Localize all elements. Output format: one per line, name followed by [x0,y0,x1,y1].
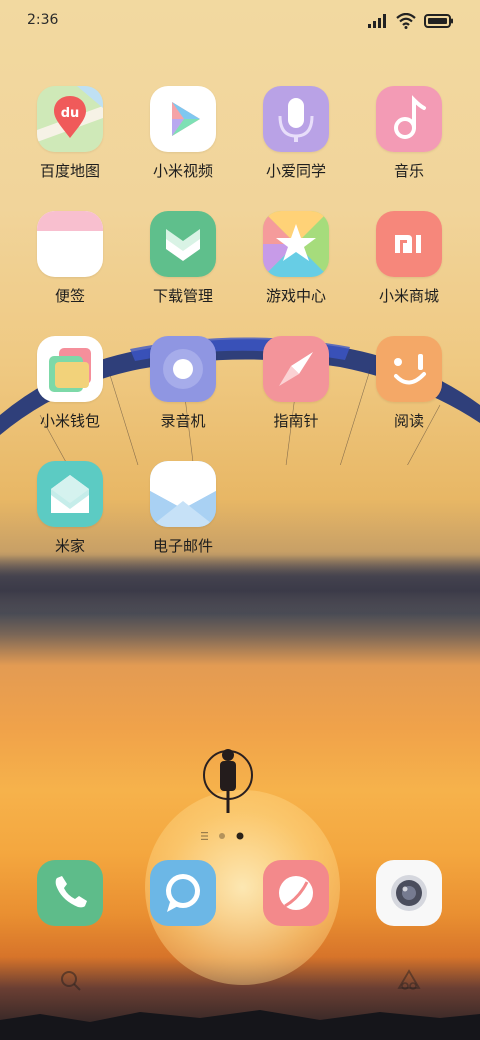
app-label: 小爱同学 [265,162,326,180]
app-game-center[interactable]: 游戏中心 [241,211,351,321]
battery-icon [424,14,453,28]
app-compass[interactable]: 指南针 [241,336,351,446]
app-notes[interactable]: 便签 [15,211,125,321]
page-dot-active[interactable] [236,832,244,840]
app-reader[interactable]: 阅读 [354,336,464,446]
messages-icon[interactable] [150,860,216,926]
app-mi-store[interactable]: 小米商城 [354,211,464,321]
baidu-map-icon[interactable]: du [37,86,103,152]
compass-icon[interactable] [263,336,329,402]
page-indicator[interactable] [196,830,256,842]
search-icon[interactable] [58,968,84,994]
shortcut-icon[interactable] [396,968,422,994]
wallpaper-mountains [0,1010,480,1040]
page-dot[interactable] [219,833,225,839]
app-label: 录音机 [160,412,206,430]
status-time: 2:36 [27,12,59,28]
baidu-map-logo-text: du [61,106,80,121]
app-mi-wallet[interactable]: 小米钱包 [15,336,125,446]
app-label: 游戏中心 [265,287,326,305]
reader-icon[interactable] [376,336,442,402]
mi-video-icon[interactable] [150,86,216,152]
app-xiaoai[interactable]: 小爱同学 [241,86,351,196]
status-icons [368,11,454,31]
app-music[interactable]: 音乐 [354,86,464,196]
app-label: 音乐 [393,162,424,180]
app-label: 百度地图 [39,162,100,180]
app-label: 小米视频 [152,162,213,180]
camera-icon[interactable] [376,860,442,926]
notes-icon[interactable] [37,211,103,277]
email-icon[interactable] [150,461,216,527]
app-label: 米家 [54,537,85,555]
app-label: 小米钱包 [39,412,100,430]
app-label: 便签 [54,287,85,305]
mijia-icon[interactable] [37,461,103,527]
signal-icon [368,14,386,28]
recorder-icon[interactable] [150,336,216,402]
app-label: 小米商城 [378,287,439,305]
wifi-icon [396,13,416,29]
app-mi-video[interactable]: 小米视频 [128,86,238,196]
wallet-icon[interactable] [37,336,103,402]
app-email[interactable]: 电子邮件 [128,461,238,571]
app-recorder[interactable]: 录音机 [128,336,238,446]
browser-icon[interactable] [263,860,329,926]
app-label: 指南针 [273,412,319,430]
xiaoai-icon[interactable] [263,86,329,152]
status-bar: 2:36 [0,0,480,42]
app-download-manager[interactable]: 下载管理 [128,211,238,321]
mi-store-icon[interactable] [376,211,442,277]
wallpaper-pilot [203,749,253,813]
app-label: 下载管理 [152,287,213,305]
music-icon[interactable] [376,86,442,152]
phone-icon[interactable] [37,860,103,926]
app-baidu-map[interactable]: du 百度地图 [15,86,125,196]
home-list-icon [201,832,208,840]
game-center-icon[interactable] [263,211,329,277]
app-label: 阅读 [393,412,424,430]
app-mijia[interactable]: 米家 [15,461,125,571]
app-label: 电子邮件 [152,537,213,555]
download-icon[interactable] [150,211,216,277]
